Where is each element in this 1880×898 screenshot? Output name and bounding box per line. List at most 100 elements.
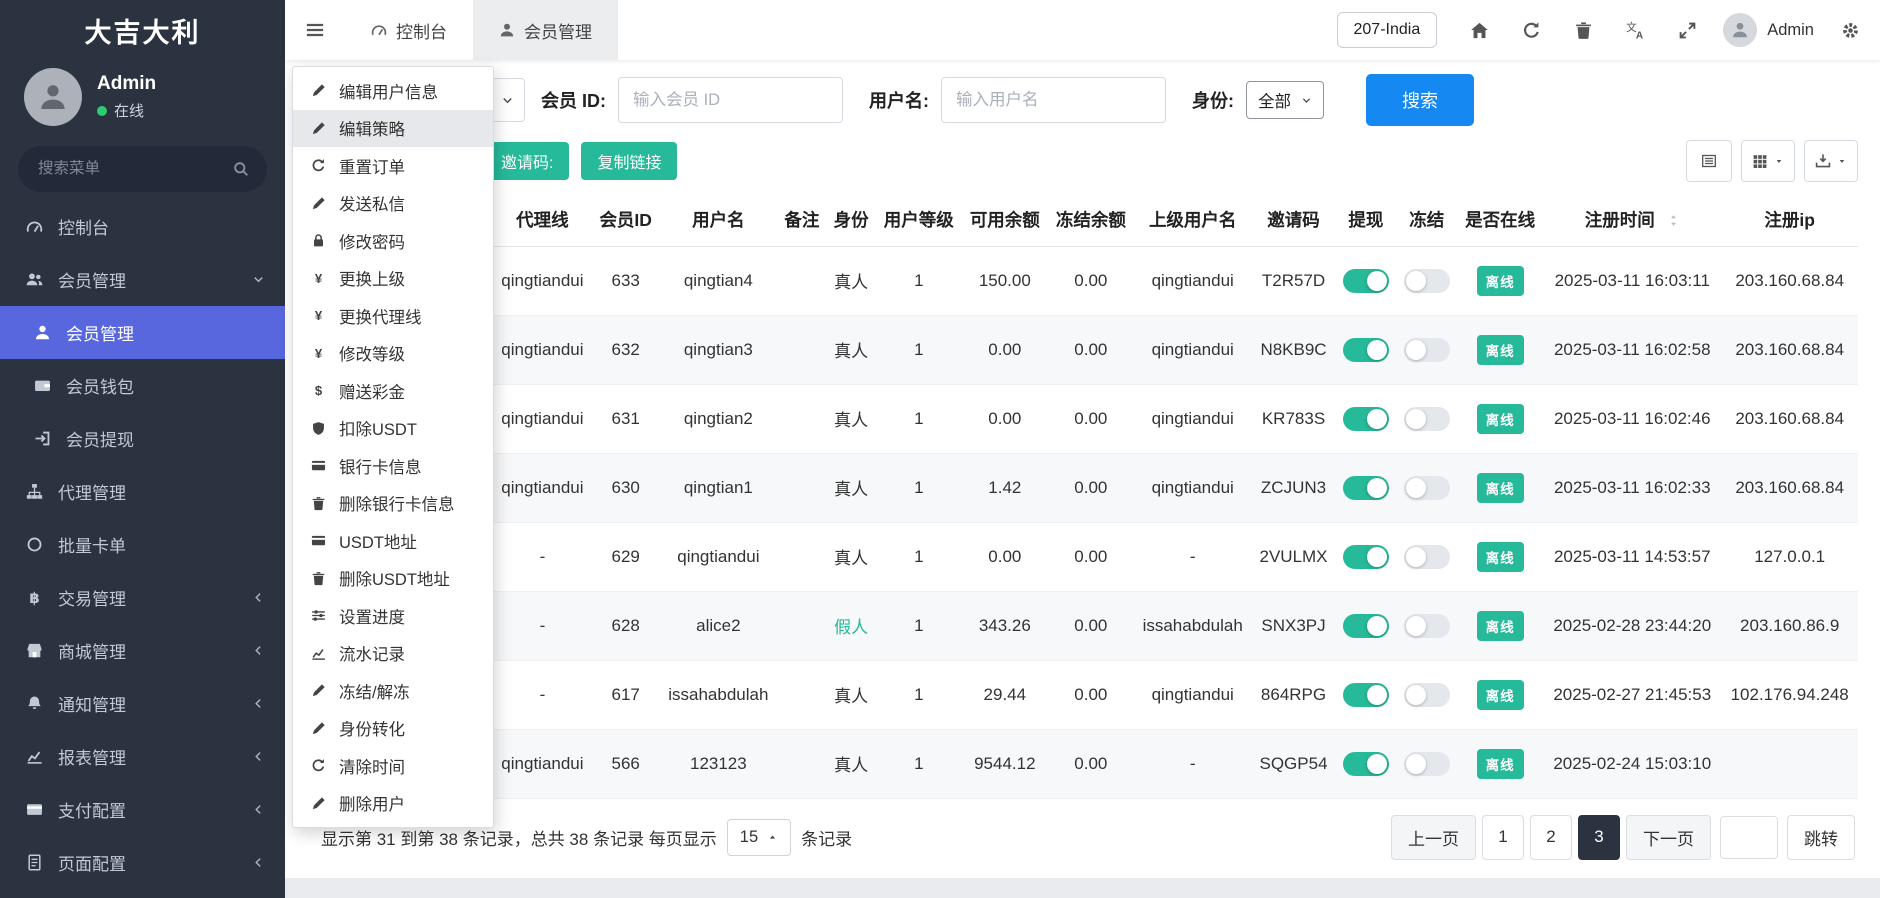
context-menu-item[interactable]: 删除USDT地址 <box>293 560 493 598</box>
withdraw-toggle[interactable] <box>1342 337 1389 362</box>
withdraw-toggle[interactable] <box>1342 268 1389 293</box>
column-header[interactable]: 身份 <box>826 194 876 247</box>
region-button[interactable]: 207-India <box>1336 12 1438 48</box>
identity-select[interactable]: 全部 <box>1246 81 1324 119</box>
context-menu-item[interactable]: 扣除USDT <box>293 410 493 448</box>
context-menu-item[interactable]: 身份转化 <box>293 710 493 748</box>
sidebar-item[interactable]: 会员管理 <box>0 253 285 306</box>
column-header[interactable]: 用户等级 <box>875 194 962 247</box>
column-header[interactable]: 会员ID <box>591 194 660 247</box>
table-row[interactable]: qingtiandui 566 123123 真人 1 9544.12 0.00- SQGP5… <box>493 729 1858 799</box>
column-header[interactable]: 邀请码 <box>1251 194 1336 247</box>
sidebar-item[interactable]: 批量卡单 <box>0 518 285 571</box>
sidebar-item[interactable]: 商城管理 <box>0 624 285 677</box>
freeze-toggle[interactable] <box>1403 751 1450 776</box>
prev-page-button[interactable]: 上一页 <box>1391 814 1476 860</box>
context-menu-item[interactable]: 编辑用户信息 <box>293 72 493 110</box>
columns-button[interactable] <box>1741 140 1795 182</box>
context-menu-item[interactable]: 冻结/解冻 <box>293 672 493 710</box>
jump-button[interactable]: 跳转 <box>1787 814 1855 860</box>
freeze-toggle[interactable] <box>1403 268 1450 293</box>
clear-cache-button[interactable] <box>1557 0 1609 60</box>
context-menu-item[interactable]: 清除时间 <box>293 747 493 785</box>
withdraw-toggle[interactable] <box>1342 475 1389 500</box>
search-icon[interactable] <box>233 161 249 177</box>
freeze-toggle[interactable] <box>1403 613 1450 638</box>
table-row[interactable]: -617 issahabdulah 真人 1 29.44 0.00 qingtiandui 8… <box>493 660 1858 730</box>
withdraw-toggle[interactable] <box>1342 613 1389 638</box>
withdraw-toggle[interactable] <box>1342 406 1389 431</box>
sidebar-item[interactable]: 报表管理 <box>0 730 285 783</box>
topbar-tab[interactable]: 控制台 <box>345 0 473 60</box>
sidebar-item[interactable]: 会员管理 <box>0 306 285 359</box>
member-id-input[interactable] <box>618 77 843 123</box>
context-menu-item[interactable]: 流水记录 <box>293 635 493 673</box>
sidebar-item[interactable]: 代理管理 <box>0 465 285 518</box>
column-header[interactable]: 冻结余额 <box>1047 194 1134 247</box>
withdraw-toggle[interactable] <box>1342 751 1389 776</box>
withdraw-toggle[interactable] <box>1342 544 1389 569</box>
table-row[interactable]: qingtiandui 631 qingtian2 真人 1 0.00 0.00 qingti… <box>493 384 1858 454</box>
column-header[interactable]: 上级用户名 <box>1133 194 1252 247</box>
settings-button[interactable] <box>1824 0 1876 60</box>
page-size-select[interactable]: 15 <box>726 818 792 856</box>
column-header[interactable]: 代理线 <box>493 194 592 247</box>
column-header[interactable]: 提现 <box>1335 194 1397 247</box>
context-menu-item[interactable]: 更换代理线 <box>293 297 493 335</box>
page-button[interactable]: 3 <box>1578 814 1620 860</box>
copy-link-button[interactable]: 复制链接 <box>581 142 678 180</box>
context-menu-item[interactable]: 发送私信 <box>293 185 493 223</box>
context-menu-item[interactable]: 更换上级 <box>293 260 493 298</box>
context-menu-item[interactable]: USDT地址 <box>293 522 493 560</box>
page-jump-input[interactable] <box>1720 815 1778 859</box>
refresh-button[interactable] <box>1505 0 1557 60</box>
sidebar-item[interactable]: 交易管理 <box>0 571 285 624</box>
freeze-toggle[interactable] <box>1403 475 1450 500</box>
table-row[interactable]: -628 alice2 假人 1 343.26 0.00 issahabdulah SNX3P… <box>493 591 1858 661</box>
freeze-toggle[interactable] <box>1403 406 1450 431</box>
table-row[interactable]: -629 qingtiandui 真人 1 0.00 0.00-2VULMX 离线 2025-… <box>493 522 1858 592</box>
toggle-view-button[interactable] <box>1686 140 1732 182</box>
sidebar-item[interactable]: 页面配置 <box>0 836 285 889</box>
sidebar-item[interactable]: 通知管理 <box>0 677 285 730</box>
context-menu-item[interactable]: 修改密码 <box>293 222 493 260</box>
menu-search-input[interactable] <box>18 146 267 192</box>
context-menu-item[interactable]: 银行卡信息 <box>293 447 493 485</box>
column-header[interactable]: 是否在线 <box>1457 194 1544 247</box>
context-menu-item[interactable]: 删除用户 <box>293 785 493 823</box>
page-button[interactable]: 2 <box>1530 814 1572 860</box>
freeze-toggle[interactable] <box>1403 544 1450 569</box>
language-button[interactable] <box>1609 0 1661 60</box>
column-header[interactable]: 用户名 <box>659 194 778 247</box>
search-button[interactable]: 搜索 <box>1366 74 1474 126</box>
context-menu-item[interactable]: 修改等级 <box>293 335 493 373</box>
topbar-tab[interactable]: 会员管理 <box>473 0 618 60</box>
sidebar-item[interactable]: 支付配置 <box>0 783 285 836</box>
context-menu-item[interactable]: 重置订单 <box>293 147 493 185</box>
fullscreen-button[interactable] <box>1661 0 1713 60</box>
table-row[interactable]: qingtiandui 630 qingtian1 真人 1 1.42 0.00 qingti… <box>493 453 1858 523</box>
export-button[interactable] <box>1804 140 1858 182</box>
topbar-user[interactable]: Admin <box>1713 13 1824 47</box>
context-menu-item[interactable]: 赠送彩金 <box>293 372 493 410</box>
column-header[interactable]: 备注 <box>777 194 827 247</box>
table-row[interactable]: qingtiandui 632 qingtian3 真人 1 0.00 0.00 qingti… <box>493 315 1858 385</box>
freeze-toggle[interactable] <box>1403 337 1450 362</box>
sidebar-toggle-button[interactable] <box>285 0 345 60</box>
sidebar-item[interactable]: 控制台 <box>0 200 285 253</box>
home-button[interactable] <box>1453 0 1505 60</box>
table-row[interactable]: qingtiandui 633 qingtian4 真人 1 150.00 0.00 qing… <box>493 246 1858 316</box>
context-menu-item[interactable]: 删除银行卡信息 <box>293 485 493 523</box>
withdraw-toggle[interactable] <box>1342 682 1389 707</box>
freeze-toggle[interactable] <box>1403 682 1450 707</box>
context-menu-item[interactable]: 编辑策略 <box>293 109 493 147</box>
column-header[interactable]: 冻结 <box>1396 194 1458 247</box>
invite-code-button[interactable]: 邀请码: <box>485 142 570 180</box>
page-button[interactable]: 1 <box>1482 814 1524 860</box>
column-header[interactable]: 注册ip <box>1721 194 1858 247</box>
sidebar-item[interactable]: 会员钱包 <box>0 359 285 412</box>
column-header[interactable]: 可用余额 <box>961 194 1048 247</box>
next-page-button[interactable]: 下一页 <box>1626 814 1711 860</box>
column-header[interactable]: 注册时间 <box>1543 194 1722 247</box>
sidebar-item[interactable]: 会员提现 <box>0 412 285 465</box>
